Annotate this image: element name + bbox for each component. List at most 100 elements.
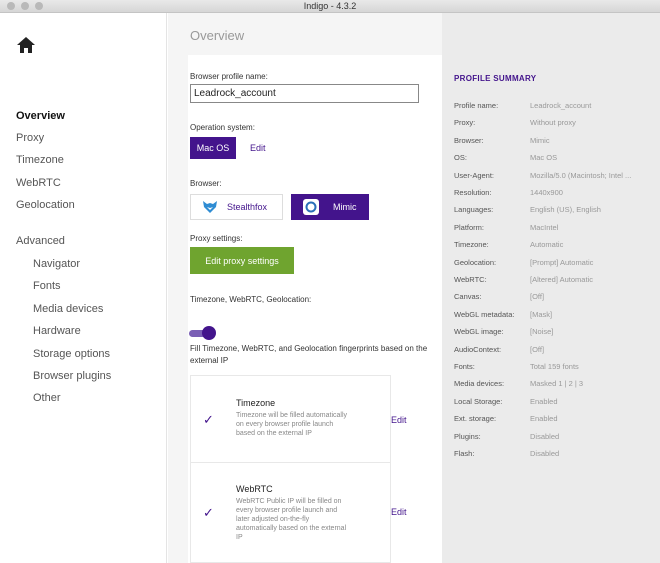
summary-row: Local Storage: Enabled — [454, 397, 654, 409]
summary-row: WebGL metadata: [Mask] — [454, 310, 654, 322]
summary-row: Ext. storage: Enabled — [454, 414, 654, 426]
summary-key: AudioContext: — [454, 344, 502, 354]
toggle-knob — [202, 326, 216, 340]
summary-key: WebGL image: — [454, 327, 504, 337]
summary-key: Timezone: — [454, 240, 489, 250]
summary-row: Flash: Disabled — [454, 449, 654, 461]
summary-key: Plugins: — [454, 431, 481, 441]
timezone-card-title: Timezone — [236, 398, 276, 408]
summary-value: [Off] — [530, 344, 545, 354]
summary-value: [Altered] Automatic — [530, 275, 593, 284]
summary-row: Resolution: 1440x900 — [454, 188, 654, 200]
summary-key: Canvas: — [454, 292, 482, 302]
sidebar-item-navigator[interactable]: Navigator — [33, 258, 80, 270]
summary-key: Proxy: — [454, 118, 476, 128]
os-edit-link[interactable]: Edit — [250, 143, 266, 153]
summary-value: Masked 1 | 2 | 3 — [530, 379, 584, 389]
summary-row: WebGL image: [Noise] — [454, 327, 654, 339]
summary-key: WebRTC: — [454, 275, 487, 284]
summary-row: Plugins: Disabled — [454, 432, 654, 444]
summary-row: User-Agent: Mozilla/5.0 (Macintosh; Intel… — [454, 171, 654, 183]
summary-value: Total 159 fonts — [530, 362, 579, 371]
geo-description: Fill Timezone, WebRTC, and Geolocation f… — [190, 344, 428, 365]
stealthfox-icon — [202, 200, 218, 214]
summary-key: Platform: — [454, 222, 485, 232]
webrtc-card-title: WebRTC — [236, 484, 273, 494]
sidebar-item-fonts[interactable]: Fonts — [33, 280, 61, 292]
window-titlebar: Indigo - 4.3.2 — [0, 0, 660, 13]
sidebar-item-timezone[interactable]: Timezone — [16, 154, 64, 166]
summary-value: Leadrock_account — [530, 101, 592, 110]
summary-row: Languages: English (US), English — [454, 205, 654, 217]
sidebar-item-overview[interactable]: Overview — [16, 110, 65, 122]
summary-row: Canvas: [Off] — [454, 292, 654, 304]
summary-value: Disabled — [530, 449, 560, 458]
summary-value: Automatic — [530, 240, 564, 250]
window-title: Indigo - 4.3.2 — [303, 1, 357, 11]
sidebar-item-browser-plugins[interactable]: Browser plugins — [33, 370, 111, 382]
edit-proxy-settings-button[interactable]: Edit proxy settings — [190, 247, 294, 274]
profile-summary-panel: PROFILE SUMMARY Profile name: Leadrock_ac… — [442, 13, 660, 563]
proxy-settings-label: Proxy settings: — [190, 234, 243, 243]
summary-row: Platform: MacIntel — [454, 223, 654, 235]
browser-stealthfox-button[interactable]: Stealthfox — [190, 194, 283, 220]
summary-key: Flash: — [454, 449, 475, 458]
summary-value: [Prompt] Automatic — [530, 257, 594, 267]
summary-key: Geolocation: — [454, 257, 497, 267]
sidebar-item-webrtc[interactable]: WebRTC — [16, 177, 61, 189]
summary-key: Local Storage: — [454, 396, 503, 406]
summary-value: Without proxy — [530, 118, 576, 128]
summary-value: Enabled — [530, 396, 558, 406]
summary-key: WebGL metadata: — [454, 309, 515, 319]
main-panel: Overview Browser profile name: Operation… — [168, 13, 442, 563]
summary-key: Resolution: — [454, 188, 492, 197]
summary-key: Media devices: — [454, 379, 505, 389]
sidebar-item-media-devices[interactable]: Media devices — [33, 303, 103, 315]
browser-mimic-button[interactable]: Mimic — [291, 194, 369, 220]
geo-settings-label: Timezone, WebRTC, Geolocation: — [190, 295, 312, 304]
summary-value: MacIntel — [530, 222, 559, 232]
sidebar-item-other[interactable]: Other — [33, 392, 61, 404]
sidebar-item-hardware[interactable]: Hardware — [33, 325, 81, 337]
summary-value: Enabled — [530, 414, 558, 424]
summary-value: Mac OS — [530, 153, 558, 163]
page-title: Overview — [190, 28, 245, 43]
webrtc-edit-link[interactable]: Edit — [391, 507, 407, 517]
summary-row: Proxy: Without proxy — [454, 118, 654, 130]
summary-key: Ext. storage: — [454, 414, 497, 424]
summary-value: [Off] — [530, 292, 545, 302]
sidebar-item-geolocation[interactable]: Geolocation — [16, 199, 75, 211]
timezone-card: ✓ Timezone Timezone will be filled autom… — [190, 375, 407, 463]
timezone-card-text: Timezone will be filled automatically on… — [236, 412, 348, 437]
summary-value: Mimic — [530, 135, 550, 145]
summary-row: WebRTC: [Altered] Automatic — [454, 275, 654, 287]
summary-row: Profile name: Leadrock_account — [454, 101, 654, 113]
profile-summary-title: PROFILE SUMMARY — [454, 74, 537, 83]
mimic-icon — [303, 199, 319, 215]
profile-name-label: Browser profile name: — [190, 72, 268, 81]
summary-row: Media devices: Masked 1 | 2 | 3 — [454, 379, 654, 391]
check-icon: ✓ — [203, 505, 214, 520]
stealthfox-label: Stealthfox — [227, 202, 268, 212]
mimic-label: Mimic — [333, 202, 357, 212]
summary-row: AudioContext: [Off] — [454, 345, 654, 357]
summary-key: User-Agent: — [454, 170, 495, 180]
sidebar-item-proxy[interactable]: Proxy — [16, 132, 44, 144]
check-icon: ✓ — [203, 412, 214, 427]
timezone-edit-link[interactable]: Edit — [391, 415, 407, 425]
summary-value: Disabled — [530, 431, 560, 441]
sidebar: Overview Proxy Timezone WebRTC Geolocati… — [0, 13, 167, 563]
home-icon[interactable] — [16, 36, 36, 54]
os-label: Operation system: — [190, 123, 255, 132]
summary-value: English (US), English — [530, 205, 601, 215]
summary-row: Fonts: Total 159 fonts — [454, 362, 654, 374]
profile-name-input[interactable] — [190, 84, 419, 103]
summary-key: Browser: — [454, 135, 484, 145]
summary-key: Fonts: — [454, 362, 475, 371]
summary-key: OS: — [454, 153, 467, 163]
summary-row: Browser: Mimic — [454, 136, 654, 148]
sidebar-section-advanced[interactable]: Advanced — [16, 235, 65, 247]
auto-geo-toggle[interactable] — [189, 326, 216, 341]
os-mac-button[interactable]: Mac OS — [190, 137, 236, 159]
sidebar-item-storage-options[interactable]: Storage options — [33, 348, 110, 360]
